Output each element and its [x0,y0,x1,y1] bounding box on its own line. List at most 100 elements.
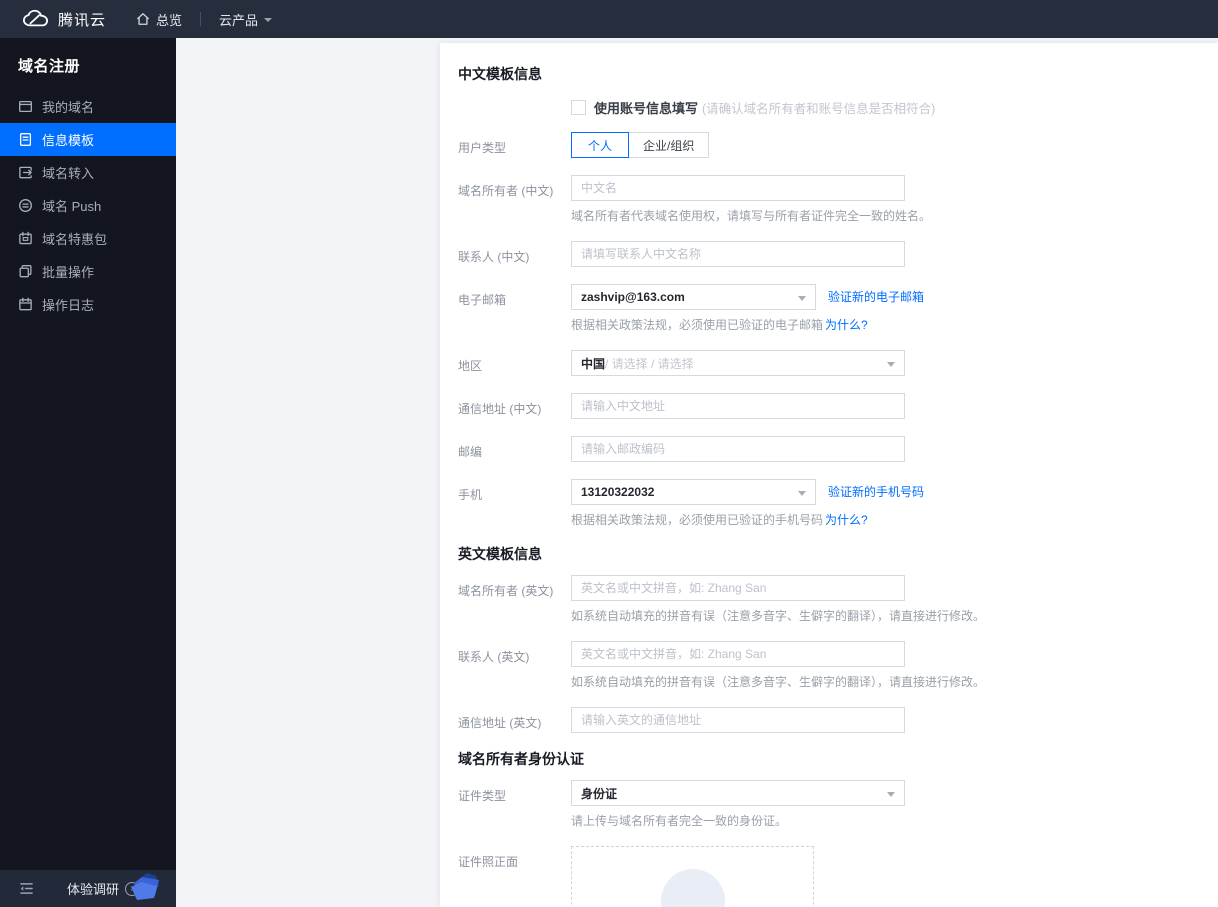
zipcode-row: 邮编 [458,436,1198,462]
sidebar-item-label: 我的域名 [42,100,95,115]
sidebar-menu: 我的域名 信息模板 域名转入 域名 Push 域名特惠包 批量操作 操作日志 [0,90,176,321]
mobile-help-text: 根据相关政策法规，必须使用已验证的手机号码 [571,513,824,527]
owner-cn-label: 域名所有者 (中文) [458,184,554,198]
contact-en-input[interactable] [571,641,905,667]
address-en-label: 通信地址 (英文) [458,716,542,730]
select-caret-icon [887,792,895,797]
upload-photo-icon [660,869,725,907]
sidebar-item-label: 域名特惠包 [42,232,108,247]
topnav-overview[interactable]: 总览 [136,10,182,29]
mobile-select[interactable]: 13120322032 [571,479,816,505]
transfer-in-icon [18,165,33,180]
contact-cn-label: 联系人 (中文) [458,250,530,264]
owner-cn-row: 域名所有者 (中文) 域名所有者代表域名使用权，请填写与所有者证件完全一致的姓名… [458,175,1198,224]
user-type-segment: 个人 企业/组织 [571,132,710,158]
address-en-row: 通信地址 (英文) [458,707,1198,733]
owner-en-help: 如系统自动填充的拼音有误（注意多音字、生僻字的翻译），请直接进行修改。 [571,609,986,623]
user-type-org-button[interactable]: 企业/组织 [628,132,710,158]
owner-en-input[interactable] [571,575,905,601]
home-icon [136,12,150,26]
user-type-personal-button[interactable]: 个人 [571,132,630,158]
cert-front-upload[interactable] [571,846,814,907]
contact-cn-input[interactable] [571,241,905,267]
section-title-en: 英文模板信息 [458,546,542,562]
email-row: 电子邮箱 zashvip@163.com 验证新的电子邮箱 根据相关政策法规，必… [458,284,1198,333]
owner-cn-input[interactable] [571,175,905,201]
region-value: 中国 [581,356,606,371]
owner-en-row: 域名所有者 (英文) 如系统自动填充的拼音有误（注意多音字、生僻字的翻译），请直… [458,575,1198,624]
owner-cn-help: 域名所有者代表域名使用权，请填写与所有者证件完全一致的姓名。 [571,209,932,223]
mobile-help: 根据相关政策法规，必须使用已验证的手机号码 为什么? [571,512,924,528]
chevron-down-icon [264,18,273,22]
region-row: 地区 中国 / 请选择 / 请选择 [458,350,1198,376]
cert-front-row: 证件照正面 [458,846,1198,907]
cert-type-value: 身份证 [581,786,618,801]
sidebar-item-my-domains[interactable]: 我的域名 [0,90,176,123]
email-help: 根据相关政策法规，必须使用已验证的电子邮箱 为什么? [571,317,924,333]
mobile-value: 13120322032 [581,485,655,499]
email-select[interactable]: zashvip@163.com [571,284,816,310]
region-select[interactable]: 中国 / 请选择 / 请选择 [571,350,905,376]
cert-type-help: 请上传与域名所有者完全一致的身份证。 [571,814,788,828]
sidebar-item-label: 操作日志 [42,298,95,313]
mobile-label: 手机 [458,488,483,502]
sidebar-item-transfer-in[interactable]: 域名转入 [0,156,176,189]
sidebar-title: 域名注册 [18,58,81,75]
email-help-text: 根据相关政策法规，必须使用已验证的电子邮箱 [571,318,824,332]
use-account-note: (请确认域名所有者和账号信息是否相符合) [702,101,936,116]
sidebar-item-batch-ops[interactable]: 批量操作 [0,255,176,288]
collapse-sidebar-icon[interactable] [19,882,34,895]
topnav-products-label: 云产品 [219,12,259,28]
verify-new-email-link[interactable]: 验证新的电子邮箱 [828,284,924,310]
deal-package-icon [18,231,33,246]
region-placeholder: / 请选择 / 请选择 [605,356,694,371]
sidebar-item-label: 域名转入 [42,166,95,181]
address-cn-row: 通信地址 (中文) [458,393,1198,419]
tencent-cloud-brand[interactable]: 腾讯云 [22,9,106,30]
sidebar-item-domain-push[interactable]: 域名 Push [0,189,176,222]
my-domains-icon [18,99,33,114]
brand-label: 腾讯云 [58,11,107,29]
address-en-input[interactable] [571,707,905,733]
section-title-auth: 域名所有者身份认证 [458,751,584,767]
topbar: 腾讯云 总览 云产品 [0,0,1218,38]
region-label: 地区 [458,359,483,373]
sidebar-item-label: 域名 Push [42,199,102,214]
cert-front-label: 证件照正面 [458,855,519,869]
mobile-why-link[interactable]: 为什么? [825,513,868,527]
section-title-cn: 中文模板信息 [458,66,542,82]
contact-en-help: 如系统自动填充的拼音有误（注意多音字、生僻字的翻译），请直接进行修改。 [571,675,986,689]
info-template-icon [18,132,33,147]
topnav-divider [200,12,202,26]
address-cn-label: 通信地址 (中文) [458,402,542,416]
sidebar-footer: 体验调研 › [0,870,176,907]
email-why-link[interactable]: 为什么? [825,318,868,332]
sidebar-item-info-template[interactable]: 信息模板 [0,123,176,156]
user-type-row: 用户类型 个人 企业/组织 [458,132,1198,158]
use-account-label[interactable]: 使用账号信息填写 [594,98,698,117]
tencent-cloud-logo-icon [22,9,49,29]
survey-label: 体验调研 [67,882,120,897]
sidebar-item-ops-log[interactable]: 操作日志 [0,288,176,321]
folder-illustration [124,866,174,907]
ops-log-icon [18,297,33,312]
sidebar: 域名注册 我的域名 信息模板 域名转入 域名 Push 域名特惠包 批量操作 操… [0,38,176,907]
cert-type-select[interactable]: 身份证 [571,780,905,806]
cert-type-label: 证件类型 [458,789,507,803]
topnav-products[interactable]: 云产品 [219,10,273,29]
cert-type-row: 证件类型 身份证 请上传与域名所有者完全一致的身份证。 [458,780,1198,829]
use-account-checkbox[interactable] [571,99,586,115]
domain-push-icon [18,198,33,213]
select-caret-icon [798,296,806,301]
sidebar-item-deal-package[interactable]: 域名特惠包 [0,222,176,255]
select-caret-icon [798,491,806,496]
address-cn-input[interactable] [571,393,905,419]
zipcode-input[interactable] [571,436,905,462]
sidebar-item-label: 信息模板 [42,133,95,148]
contact-en-row: 联系人 (英文) 如系统自动填充的拼音有误（注意多音字、生僻字的翻译），请直接进… [458,641,1198,690]
topnav-overview-label: 总览 [156,12,183,28]
verify-new-mobile-link[interactable]: 验证新的手机号码 [828,479,924,505]
batch-ops-icon [18,264,33,279]
owner-en-label: 域名所有者 (英文) [458,584,554,598]
contact-cn-row: 联系人 (中文) [458,241,1198,267]
